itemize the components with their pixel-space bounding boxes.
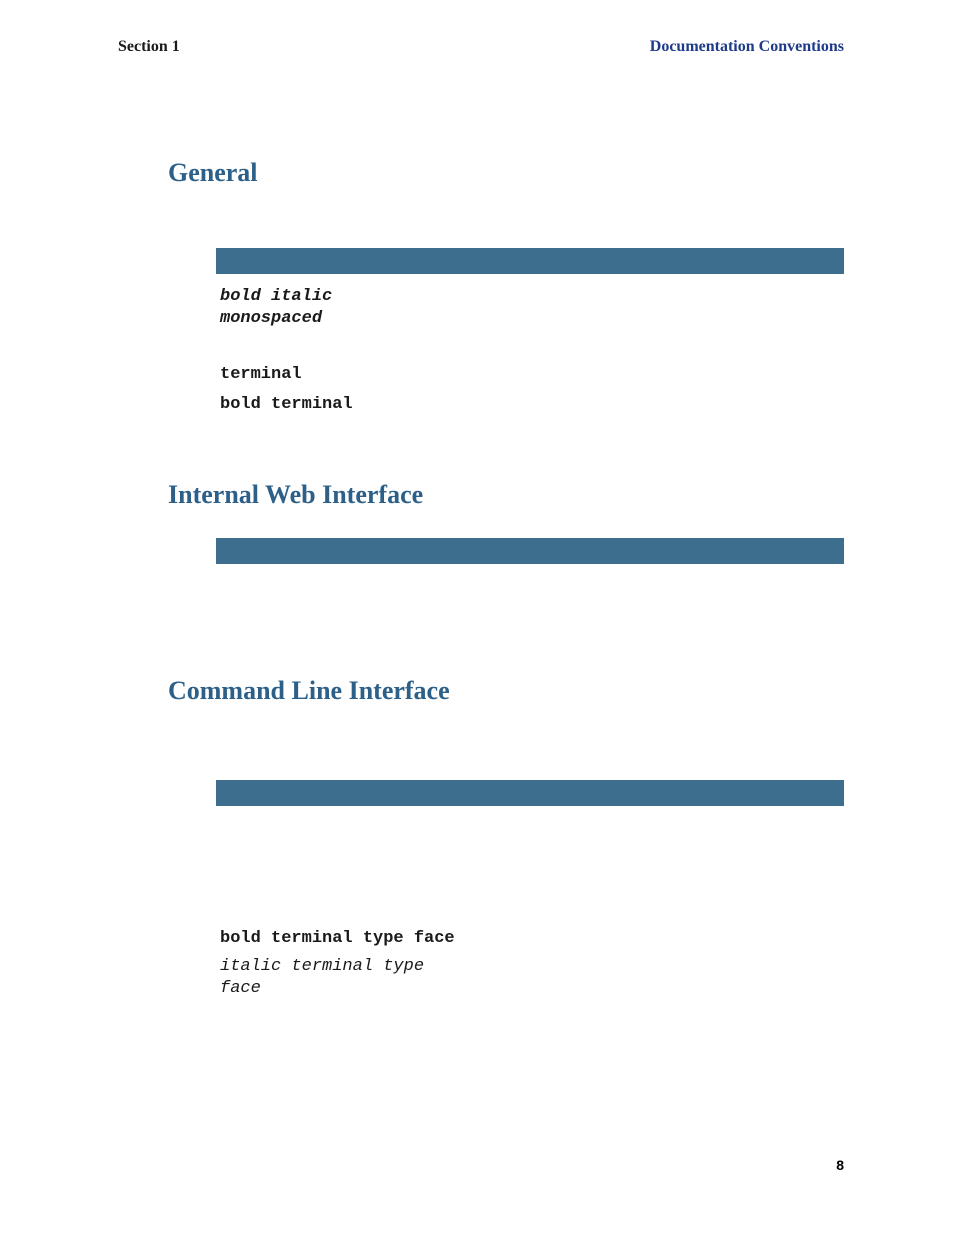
text-bold-italic-monospaced: bold italic monospaced bbox=[220, 286, 332, 330]
header-title: Documentation Conventions bbox=[650, 38, 844, 56]
text-italic-terminal-typeface: italic terminal type face bbox=[220, 956, 424, 1000]
section-label: Section 1 bbox=[118, 38, 180, 56]
divider-bar bbox=[216, 780, 844, 806]
heading-general: General bbox=[168, 158, 258, 188]
text-terminal: terminal bbox=[220, 364, 302, 386]
heading-command-line-interface: Command Line Interface bbox=[168, 676, 450, 706]
page-number: 8 bbox=[836, 1157, 844, 1173]
text-bold-terminal: bold terminal bbox=[220, 394, 353, 416]
heading-internal-web-interface: Internal Web Interface bbox=[168, 480, 423, 510]
divider-bar bbox=[216, 538, 844, 564]
divider-bar bbox=[216, 248, 844, 274]
text-bold-terminal-typeface: bold terminal type face bbox=[220, 928, 455, 950]
page-header: Section 1 Documentation Conventions bbox=[118, 38, 844, 56]
